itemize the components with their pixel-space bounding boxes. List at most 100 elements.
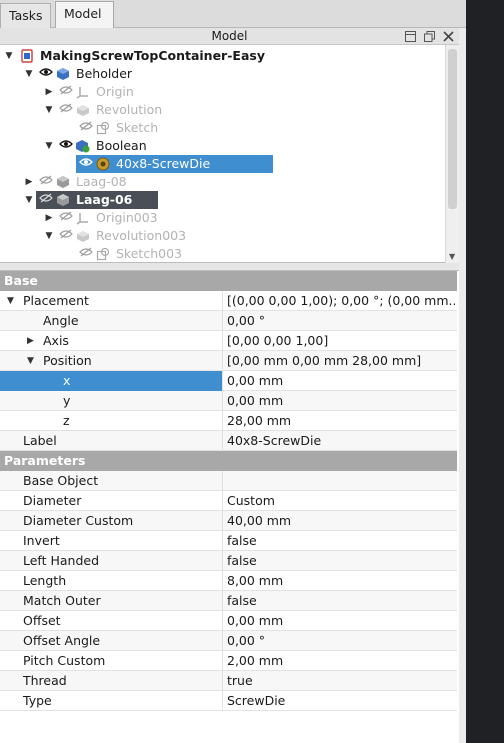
- property-value[interactable]: [(0,00 0,00 1,00); 0,00 °; (0,00 mm...: [227, 291, 455, 311]
- chevron-down-icon[interactable]: ▼: [44, 137, 54, 155]
- property-row[interactable]: Pitch Custom 2,00 mm: [0, 651, 457, 671]
- property-row[interactable]: Label 40x8-ScrewDie: [0, 431, 457, 451]
- hidden-eye-icon[interactable]: [78, 119, 94, 137]
- tree-item[interactable]: ▼ Revolution003: [0, 227, 444, 245]
- property-key-cell[interactable]: ▼ Placement: [0, 291, 223, 311]
- float-panel-icon[interactable]: [423, 30, 436, 43]
- property-row[interactable]: x 0,00 mm: [0, 371, 457, 391]
- property-row[interactable]: ▼ Position [0,00 mm 0,00 mm 28,00 mm]: [0, 351, 457, 371]
- chevron-down-icon[interactable]: ▼: [24, 65, 34, 83]
- property-value[interactable]: false: [227, 591, 455, 611]
- chevron-down-icon[interactable]: ▼: [7, 291, 17, 311]
- property-key-cell[interactable]: z: [0, 411, 223, 431]
- scrollbar-thumb[interactable]: [448, 49, 457, 209]
- scroll-down-arrow-icon[interactable]: ▼: [449, 252, 455, 261]
- property-value[interactable]: Custom: [227, 491, 455, 511]
- property-key-cell[interactable]: Pitch Custom: [0, 651, 223, 671]
- property-row[interactable]: ▶ Axis [0,00 0,00 1,00]: [0, 331, 457, 351]
- property-key-cell[interactable]: Match Outer: [0, 591, 223, 611]
- property-value[interactable]: 0,00 mm: [227, 611, 455, 631]
- tree-item[interactable]: ▼ Laag-06: [0, 191, 444, 209]
- group-header-parameters[interactable]: Parameters: [0, 451, 457, 471]
- tree-item[interactable]: ▶ Origin003: [0, 209, 444, 227]
- property-value[interactable]: false: [227, 551, 455, 571]
- model-tree[interactable]: ▼ MakingScrewTopContainer-Easy ▼ Beholder ▶ O…: [0, 45, 459, 263]
- chevron-down-icon[interactable]: ▼: [24, 191, 34, 209]
- property-key-cell[interactable]: Type: [0, 691, 223, 711]
- property-key-cell[interactable]: y: [0, 391, 223, 411]
- chevron-right-icon[interactable]: ▶: [27, 331, 37, 351]
- hidden-eye-icon[interactable]: [38, 191, 54, 209]
- property-value[interactable]: 0,00 °: [227, 631, 455, 651]
- property-row[interactable]: Base Object: [0, 471, 457, 491]
- visibility-eye-icon[interactable]: [58, 137, 74, 155]
- property-row[interactable]: Offset 0,00 mm: [0, 611, 457, 631]
- property-key-cell[interactable]: Length: [0, 571, 223, 591]
- property-key-cell[interactable]: Thread: [0, 671, 223, 691]
- property-row[interactable]: Invert false: [0, 531, 457, 551]
- property-key-cell[interactable]: Invert: [0, 531, 223, 551]
- property-value[interactable]: 0,00 °: [227, 311, 455, 331]
- tree-item[interactable]: ▼ Beholder: [0, 65, 444, 83]
- property-value[interactable]: ScrewDie: [227, 691, 455, 711]
- chevron-right-icon[interactable]: ▶: [44, 209, 54, 227]
- chevron-right-icon[interactable]: ▶: [44, 83, 54, 101]
- property-key-cell[interactable]: Offset: [0, 611, 223, 631]
- property-row[interactable]: Angle 0,00 °: [0, 311, 457, 331]
- chevron-down-icon[interactable]: ▼: [4, 47, 14, 65]
- property-row[interactable]: Left Handed false: [0, 551, 457, 571]
- hidden-eye-icon[interactable]: [58, 227, 74, 245]
- tree-item[interactable]: 40x8-ScrewDie: [0, 155, 444, 173]
- visibility-eye-icon[interactable]: [78, 155, 94, 173]
- hidden-eye-icon[interactable]: [38, 173, 54, 191]
- property-value[interactable]: 0,00 mm: [227, 371, 455, 391]
- property-row[interactable]: y 0,00 mm: [0, 391, 457, 411]
- property-value[interactable]: 0,00 mm: [227, 391, 455, 411]
- property-row[interactable]: Length 8,00 mm: [0, 571, 457, 591]
- hidden-eye-icon[interactable]: [58, 209, 74, 227]
- panel-splitter[interactable]: [0, 263, 459, 270]
- property-value[interactable]: [0,00 mm 0,00 mm 28,00 mm]: [227, 351, 455, 371]
- tree-item[interactable]: ▼ MakingScrewTopContainer-Easy: [0, 47, 444, 65]
- chevron-down-icon[interactable]: ▼: [44, 101, 54, 119]
- property-value[interactable]: 28,00 mm: [227, 411, 455, 431]
- group-header-base[interactable]: Base: [0, 271, 457, 291]
- hidden-eye-icon[interactable]: [58, 83, 74, 101]
- property-key-cell[interactable]: Label: [0, 431, 223, 451]
- chevron-down-icon[interactable]: ▼: [27, 351, 37, 371]
- tree-item[interactable]: Sketch003: [0, 245, 444, 262]
- property-value[interactable]: [0,00 0,00 1,00]: [227, 331, 455, 351]
- property-value[interactable]: true: [227, 671, 455, 691]
- chevron-down-icon[interactable]: ▼: [44, 227, 54, 245]
- chevron-right-icon[interactable]: ▶: [24, 173, 34, 191]
- visibility-eye-icon[interactable]: [38, 65, 54, 83]
- hidden-eye-icon[interactable]: [58, 101, 74, 119]
- property-value[interactable]: false: [227, 531, 455, 551]
- hidden-eye-icon[interactable]: [78, 245, 94, 262]
- tab-tasks[interactable]: Tasks: [0, 3, 51, 28]
- property-row[interactable]: Diameter Custom 40,00 mm: [0, 511, 457, 531]
- tree-item[interactable]: ▼ Revolution: [0, 101, 444, 119]
- property-key-cell[interactable]: ▶ Axis: [0, 331, 223, 351]
- property-row[interactable]: Type ScrewDie: [0, 691, 457, 711]
- property-key-cell[interactable]: Diameter: [0, 491, 223, 511]
- tree-item[interactable]: ▶ Laag-08: [0, 173, 444, 191]
- property-value[interactable]: 8,00 mm: [227, 571, 455, 591]
- property-row[interactable]: z 28,00 mm: [0, 411, 457, 431]
- property-key-cell[interactable]: Left Handed: [0, 551, 223, 571]
- property-key-cell[interactable]: Offset Angle: [0, 631, 223, 651]
- property-value[interactable]: 40x8-ScrewDie: [227, 431, 455, 451]
- close-panel-icon[interactable]: [442, 30, 455, 43]
- property-row[interactable]: Thread true: [0, 671, 457, 691]
- property-key-cell[interactable]: ▼ Position: [0, 351, 223, 371]
- tree-scrollbar[interactable]: ▼: [445, 45, 459, 263]
- property-row[interactable]: Diameter Custom: [0, 491, 457, 511]
- property-key-cell[interactable]: Base Object: [0, 471, 223, 491]
- property-value[interactable]: 40,00 mm: [227, 511, 455, 531]
- tree-item[interactable]: ▶ Origin: [0, 83, 444, 101]
- collapse-panel-icon[interactable]: [404, 30, 417, 43]
- property-row[interactable]: ▼ Placement [(0,00 0,00 1,00); 0,00 °; (0,…: [0, 291, 457, 311]
- property-value[interactable]: 2,00 mm: [227, 651, 455, 671]
- property-key-cell[interactable]: Angle: [0, 311, 223, 331]
- property-value[interactable]: [227, 471, 455, 491]
